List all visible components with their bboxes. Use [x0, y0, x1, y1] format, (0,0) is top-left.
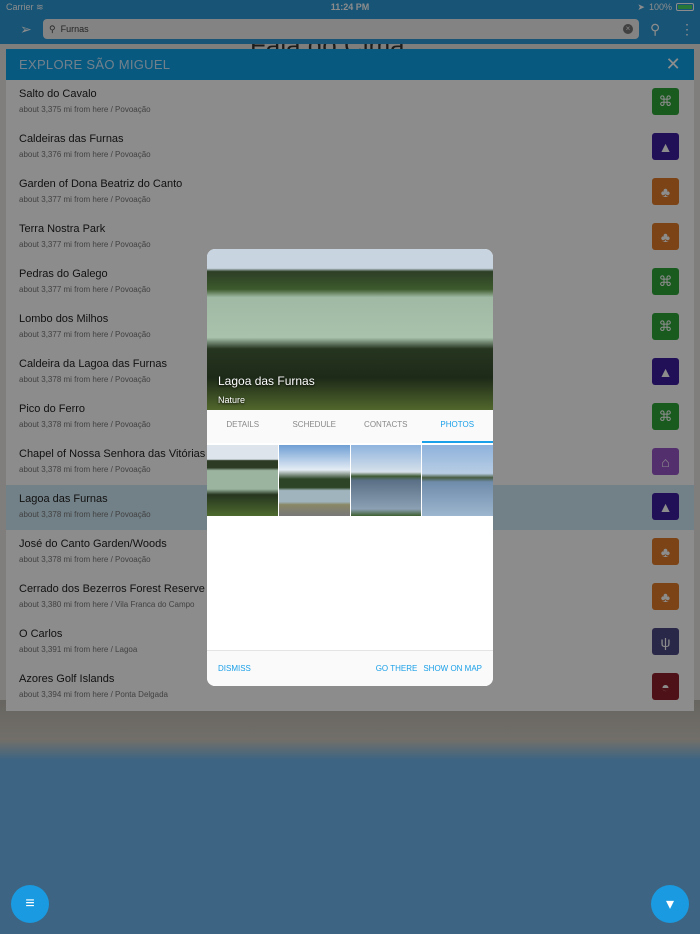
place-dialog: Lagoa das Furnas Nature DETAILS SCHEDULE… — [207, 249, 493, 686]
photo-thumbnail[interactable] — [207, 445, 278, 516]
photo-grid — [207, 443, 493, 516]
tab-bar: DETAILS SCHEDULE CONTACTS PHOTOS — [207, 410, 493, 443]
tab-photos[interactable]: PHOTOS — [421, 410, 493, 443]
photo-thumbnail[interactable] — [278, 445, 350, 516]
place-category: Nature — [218, 395, 246, 405]
place-hero-image: Lagoa das Furnas Nature — [207, 249, 493, 410]
tab-schedule[interactable]: SCHEDULE — [279, 410, 351, 443]
menu-button[interactable]: ≡ — [11, 885, 49, 923]
tab-details[interactable]: DETAILS — [207, 410, 279, 443]
go-there-button[interactable]: GO THERE — [376, 664, 418, 673]
place-title: Lagoa das Furnas — [218, 374, 315, 388]
show-on-map-button[interactable]: SHOW ON MAP — [423, 664, 482, 673]
photo-thumbnail[interactable] — [422, 445, 493, 516]
filter-button[interactable]: ▾ — [651, 885, 689, 923]
dismiss-button[interactable]: DISMISS — [218, 664, 251, 673]
photo-thumbnail[interactable] — [350, 445, 422, 516]
tab-contacts[interactable]: CONTACTS — [350, 410, 422, 443]
